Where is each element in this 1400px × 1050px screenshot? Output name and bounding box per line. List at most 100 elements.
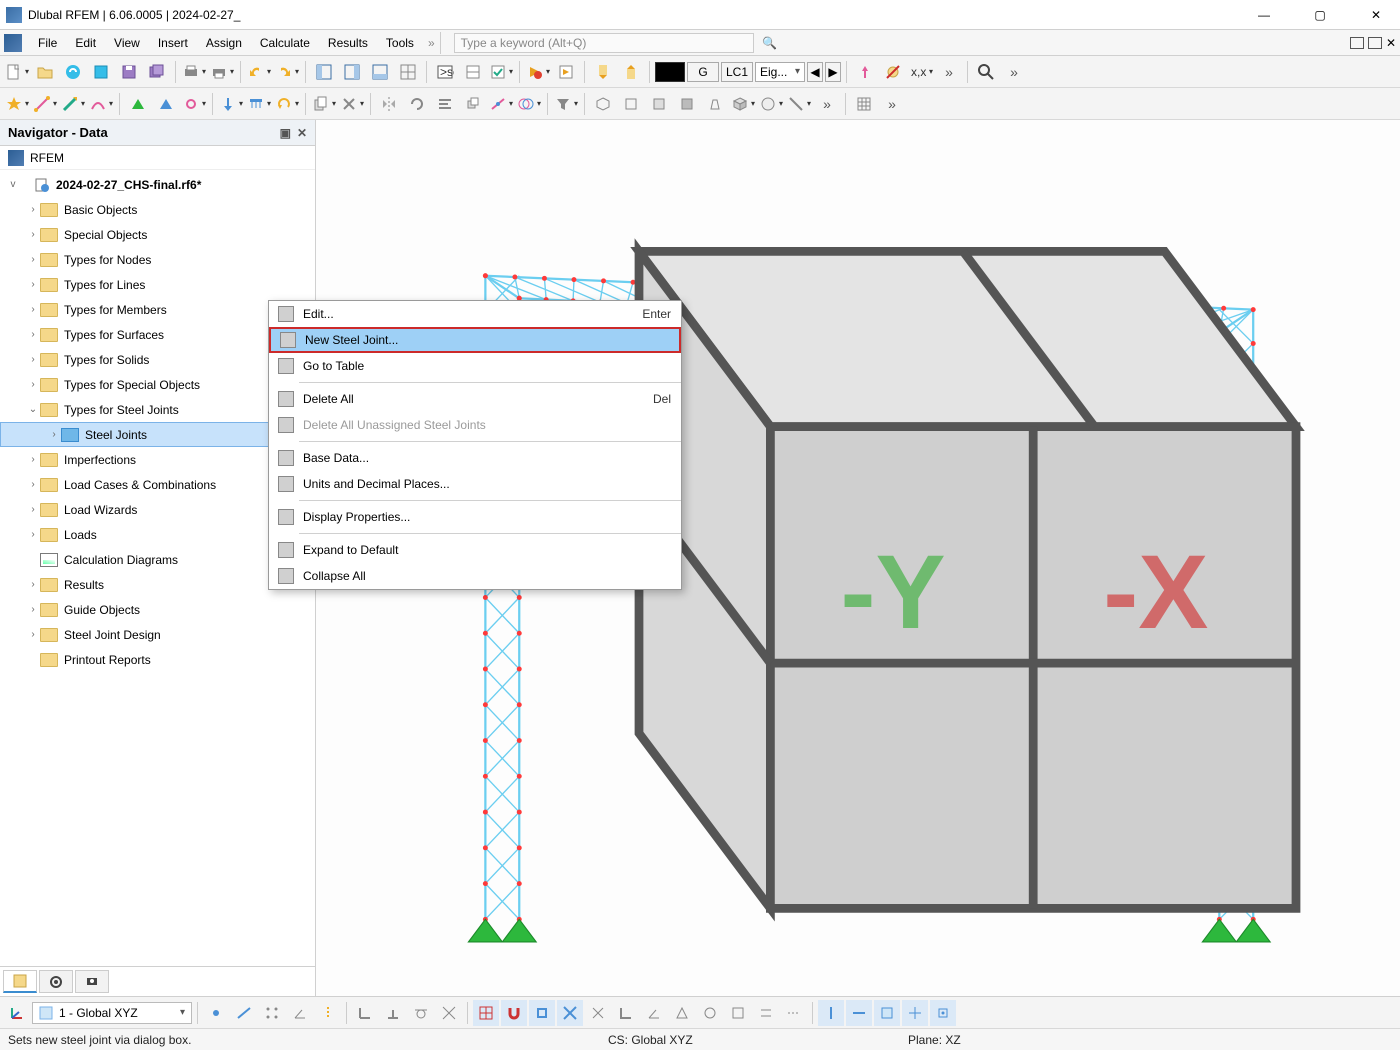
menu-calculate[interactable]: Calculate	[252, 34, 318, 52]
search-icon[interactable]: 🔍	[760, 36, 780, 50]
snap-line-icon[interactable]	[231, 1000, 257, 1026]
nav-tab-display-icon[interactable]	[39, 970, 73, 993]
result-down-icon[interactable]	[590, 59, 616, 85]
navigator-root[interactable]: RFEM	[0, 146, 315, 170]
expander-icon[interactable]: v	[6, 179, 20, 190]
context-menu-item[interactable]: Delete AllDel	[269, 386, 681, 412]
loadcase-G-indicator[interactable]: G	[687, 62, 719, 82]
context-menu-item[interactable]: Expand to Default	[269, 537, 681, 563]
snap-node-icon[interactable]	[203, 1000, 229, 1026]
clear-sel-icon[interactable]	[880, 59, 906, 85]
guide-snap-icon[interactable]	[930, 1000, 956, 1026]
minimize-button[interactable]: —	[1246, 8, 1282, 22]
print-graphic-icon[interactable]: ▾	[209, 59, 235, 85]
osnap-par-icon[interactable]	[753, 1000, 779, 1026]
context-menu-item[interactable]: New Steel Joint...	[269, 327, 681, 353]
expander-icon[interactable]: ›	[26, 629, 40, 640]
snap-perp-icon[interactable]	[380, 1000, 406, 1026]
context-menu-item[interactable]: Display Properties...	[269, 504, 681, 530]
guide-x-icon[interactable]	[818, 1000, 844, 1026]
close-button[interactable]: ✕	[1358, 8, 1394, 22]
view-iso-icon[interactable]	[590, 91, 616, 117]
annotate-icon[interactable]: x,x▾	[908, 59, 934, 85]
expander-icon[interactable]: ›	[26, 204, 40, 215]
load-line-icon[interactable]: ▾	[246, 91, 272, 117]
menu-overflow[interactable]: »	[428, 36, 435, 50]
view-top-icon[interactable]	[618, 91, 644, 117]
guide-y-icon[interactable]	[846, 1000, 872, 1026]
expander-icon[interactable]: ›	[26, 304, 40, 315]
undo-icon[interactable]: ▾	[246, 59, 272, 85]
grid-toggle-icon[interactable]	[851, 91, 877, 117]
snap-guide-icon[interactable]	[315, 1000, 341, 1026]
tree-file-row[interactable]: v 2024-02-27_CHS-final.rf6*	[0, 172, 315, 197]
expander-icon[interactable]: ›	[26, 354, 40, 365]
rotate-icon[interactable]	[404, 91, 430, 117]
menu-insert[interactable]: Insert	[150, 34, 196, 52]
tree-item[interactable]: ›Types for Nodes	[0, 247, 315, 272]
new-polyline-icon[interactable]: ▾	[88, 91, 114, 117]
intersect-icon[interactable]: ▾	[516, 91, 542, 117]
snap-angle-icon[interactable]	[287, 1000, 313, 1026]
view-front-icon[interactable]	[646, 91, 672, 117]
menu-edit[interactable]: Edit	[67, 34, 104, 52]
tree-item[interactable]: Printout Reports	[0, 647, 315, 672]
view-persp-icon[interactable]	[702, 91, 728, 117]
block-manager-icon[interactable]	[88, 59, 114, 85]
new-member-icon[interactable]: ▾	[60, 91, 86, 117]
snap-tan-icon[interactable]	[408, 1000, 434, 1026]
units-icon[interactable]	[460, 59, 486, 85]
save-all-icon[interactable]	[144, 59, 170, 85]
expander-icon[interactable]: ›	[47, 429, 61, 440]
cs-icon[interactable]	[4, 1000, 30, 1026]
context-menu-item[interactable]: Base Data...	[269, 445, 681, 471]
render-mode-icon[interactable]: ▾	[758, 91, 784, 117]
divide-icon[interactable]: ▾	[488, 91, 514, 117]
nav-tab-data-icon[interactable]	[3, 970, 37, 993]
guide-box-icon[interactable]	[874, 1000, 900, 1026]
toolbar-overflow-icon[interactable]: »	[936, 59, 962, 85]
osnap-dash-icon[interactable]	[781, 1000, 807, 1026]
expander-icon[interactable]: ›	[26, 279, 40, 290]
tree-item[interactable]: ›Steel Joint Design	[0, 622, 315, 647]
hinge-icon[interactable]: ▾	[181, 91, 207, 117]
menu-assign[interactable]: Assign	[198, 34, 250, 52]
new-node-icon[interactable]: ▾	[4, 91, 30, 117]
section-icon[interactable]: ▾	[786, 91, 812, 117]
coord-system-select[interactable]: 1 - Global XYZ ▾	[32, 1002, 192, 1024]
toolbar-overflow2-icon[interactable]: »	[1001, 59, 1027, 85]
context-menu-item[interactable]: Collapse All	[269, 563, 681, 589]
loadcase-next-button[interactable]: ▶	[825, 62, 841, 82]
copy-icon[interactable]: ▾	[311, 91, 337, 117]
redo-icon[interactable]: ▾	[274, 59, 300, 85]
align-icon[interactable]	[432, 91, 458, 117]
nav-tab-views-icon[interactable]	[75, 970, 109, 993]
save-icon[interactable]	[116, 59, 142, 85]
maximize-button[interactable]: ▢	[1302, 8, 1338, 22]
zoom-icon[interactable]	[973, 59, 999, 85]
osnap-mid-icon[interactable]	[557, 1000, 583, 1026]
expander-icon[interactable]: ›	[26, 479, 40, 490]
expander-icon[interactable]: ›	[26, 504, 40, 515]
panels-left-icon[interactable]	[311, 59, 337, 85]
loadcase-prev-button[interactable]: ◀	[807, 62, 823, 82]
menu-file[interactable]: File	[30, 34, 65, 52]
mdi-minimize-icon[interactable]	[1350, 37, 1364, 49]
expander-icon[interactable]: ›	[26, 379, 40, 390]
menu-tools[interactable]: Tools	[378, 34, 422, 52]
expander-icon[interactable]: ›	[26, 254, 40, 265]
panels-bottom-icon[interactable]	[367, 59, 393, 85]
toolbar2-overflow-icon[interactable]: »	[814, 91, 840, 117]
osnap-triangle-icon[interactable]	[669, 1000, 695, 1026]
cut-icon[interactable]: ▾	[339, 91, 365, 117]
guide-cursor-icon[interactable]	[902, 1000, 928, 1026]
support-blue-icon[interactable]	[153, 91, 179, 117]
calc-all-icon[interactable]: ▾	[525, 59, 551, 85]
loadcase-LC1-indicator[interactable]: LC1	[721, 62, 753, 82]
grid-icon[interactable]	[473, 1000, 499, 1026]
open-file-icon[interactable]	[32, 59, 58, 85]
loadcase-combo[interactable]: Eig...▾	[755, 62, 805, 82]
context-menu-item[interactable]: Go to Table	[269, 353, 681, 379]
expander-icon[interactable]: ›	[26, 454, 40, 465]
check-icon[interactable]: ▾	[488, 59, 514, 85]
